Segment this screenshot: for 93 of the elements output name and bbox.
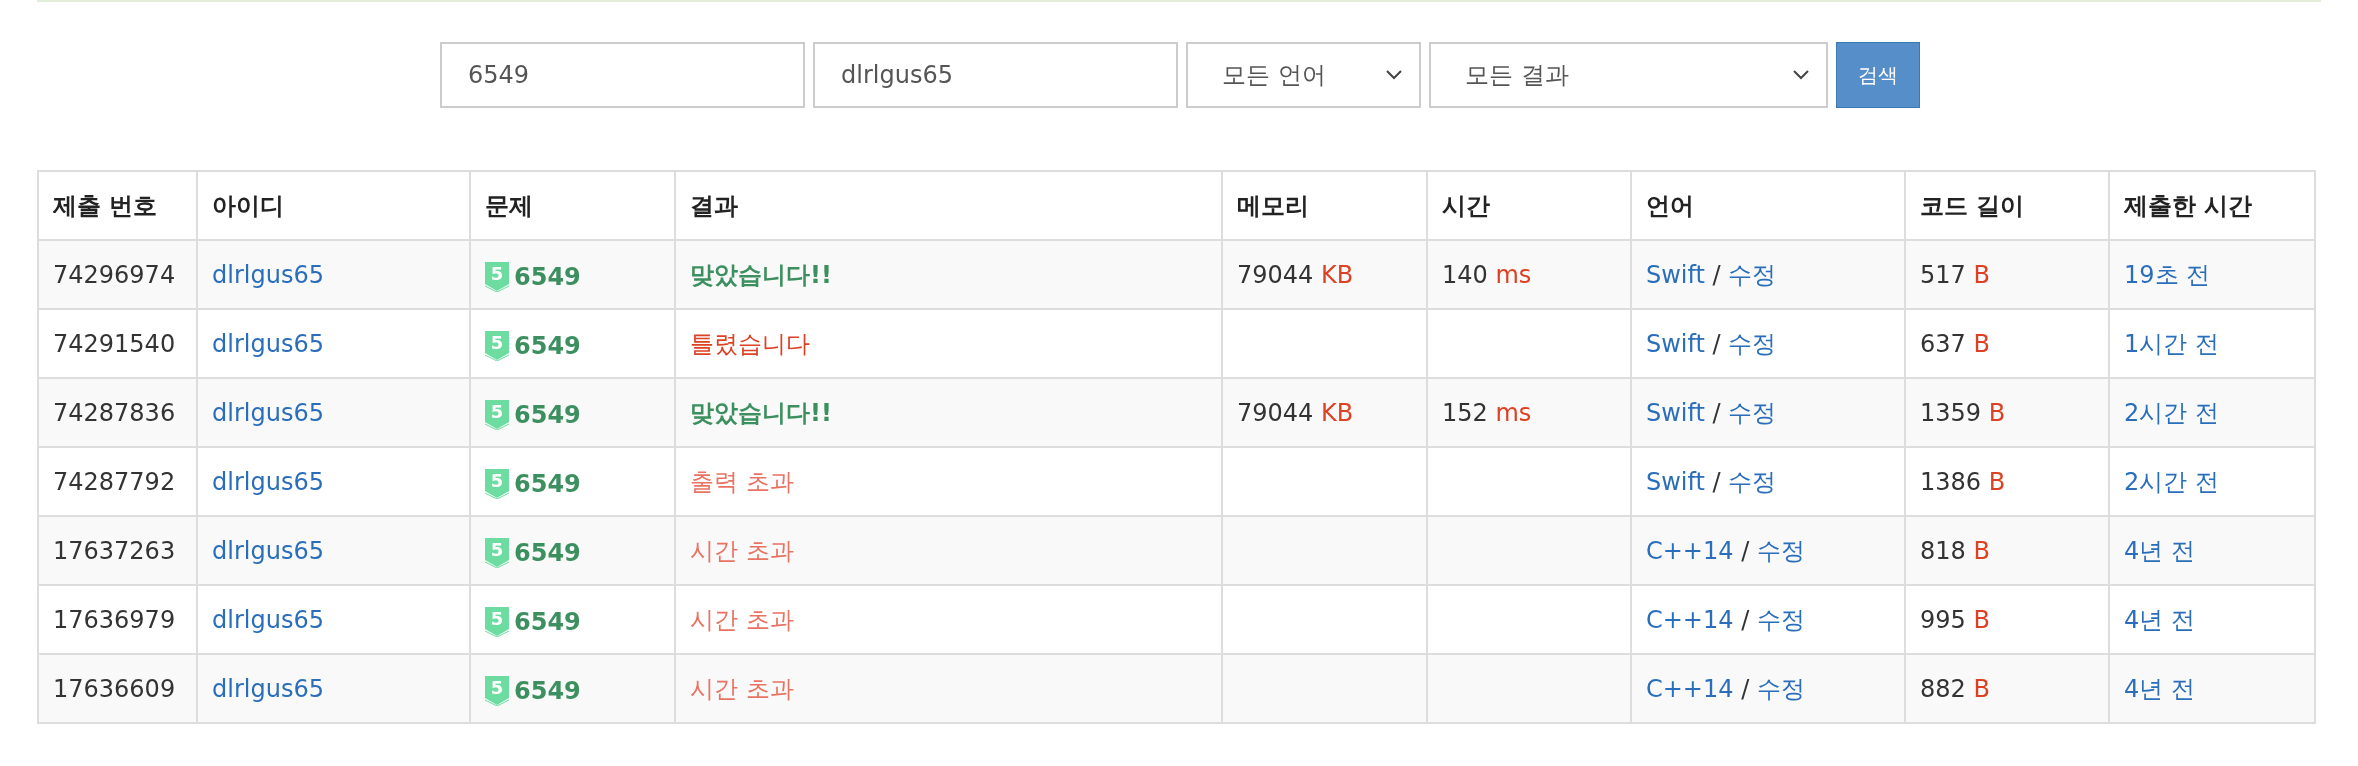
result-text: 맞았습니다!! xyxy=(690,398,832,427)
value-text: 79044 xyxy=(1237,260,1314,289)
value-text: 818 xyxy=(1920,536,1966,565)
caret-icon xyxy=(1792,69,1810,81)
value-text: 637 xyxy=(1920,329,1966,358)
result-text: 틀렸습니다 xyxy=(690,329,810,358)
user-link[interactable]: dlrlgus65 xyxy=(212,605,324,634)
submission-id: 74296974 xyxy=(38,240,197,309)
problem-link[interactable]: 6549 xyxy=(514,331,581,360)
result-text: 시간 초과 xyxy=(690,605,794,634)
submitted-time-link[interactable]: 4년 전 xyxy=(2124,605,2195,634)
problem-field[interactable]: 6549 xyxy=(440,42,805,108)
language-link[interactable]: Swift xyxy=(1646,398,1705,427)
value-text: 79044 xyxy=(1237,398,1314,427)
user-link[interactable]: dlrlgus65 xyxy=(212,260,324,289)
separator-text: / xyxy=(1712,467,1721,496)
tier-badge-icon: 5 xyxy=(485,675,509,706)
submitted-time-link[interactable]: 2시간 전 xyxy=(2124,398,2219,427)
value-text: 995 xyxy=(1920,605,1966,634)
edit-link[interactable]: 수정 xyxy=(1728,467,1777,496)
column-header: 결과 xyxy=(675,171,1222,240)
unit-text: KB xyxy=(1321,260,1354,289)
edit-link[interactable]: 수정 xyxy=(1756,536,1805,565)
value-text: 140 xyxy=(1442,260,1488,289)
value-text: 882 xyxy=(1920,674,1966,703)
unit-text: B xyxy=(1988,398,2006,427)
user-link[interactable]: dlrlgus65 xyxy=(212,467,324,496)
submitted-time-link[interactable]: 2시간 전 xyxy=(2124,467,2219,496)
submission-id: 17637263 xyxy=(38,516,197,585)
unit-text: ms xyxy=(1495,260,1532,289)
tier-badge-icon: 5 xyxy=(485,537,509,568)
problem-link[interactable]: 6549 xyxy=(514,469,581,498)
submitted-time-link[interactable]: 4년 전 xyxy=(2124,536,2195,565)
unit-text: B xyxy=(1988,467,2006,496)
user-link[interactable]: dlrlgus65 xyxy=(212,329,324,358)
column-header: 아이디 xyxy=(197,171,470,240)
edit-link[interactable]: 수정 xyxy=(1728,398,1777,427)
unit-text: ms xyxy=(1495,398,1532,427)
unit-text: B xyxy=(1973,674,1990,703)
separator-text: / xyxy=(1741,536,1750,565)
edit-link[interactable]: 수정 xyxy=(1756,674,1805,703)
unit-text: B xyxy=(1973,329,1990,358)
language-link[interactable]: Swift xyxy=(1646,260,1705,289)
language-link[interactable]: Swift xyxy=(1646,467,1705,496)
submitted-time-link[interactable]: 4년 전 xyxy=(2124,674,2195,703)
result-text: 시간 초과 xyxy=(690,536,794,565)
column-header: 제출 번호 xyxy=(38,171,197,240)
caret-icon xyxy=(1385,69,1403,81)
language-link[interactable]: Swift xyxy=(1646,329,1705,358)
submission-id: 74287836 xyxy=(38,378,197,447)
user-link[interactable]: dlrlgus65 xyxy=(212,536,324,565)
separator-text: / xyxy=(1712,398,1721,427)
unit-text: B xyxy=(1973,260,1990,289)
language-link[interactable]: C++14 xyxy=(1646,674,1734,703)
language-select[interactable]: 모든 언어 xyxy=(1186,42,1421,108)
edit-link[interactable]: 수정 xyxy=(1756,605,1805,634)
tier-badge-icon: 5 xyxy=(485,606,509,637)
problem-link[interactable]: 6549 xyxy=(514,400,581,429)
submitted-time-link[interactable]: 1시간 전 xyxy=(2124,329,2219,358)
separator-text: / xyxy=(1712,329,1721,358)
submission-id: 17636609 xyxy=(38,654,197,723)
separator-text: / xyxy=(1741,674,1750,703)
column-header: 언어 xyxy=(1631,171,1905,240)
user-link[interactable]: dlrlgus65 xyxy=(212,398,324,427)
tier-badge-icon: 5 xyxy=(485,399,509,430)
value-text: 1386 xyxy=(1920,467,1982,496)
unit-text: KB xyxy=(1321,398,1354,427)
tier-badge-icon: 5 xyxy=(485,261,509,292)
edit-link[interactable]: 수정 xyxy=(1728,329,1777,358)
submitted-time-link[interactable]: 19초 전 xyxy=(2124,260,2211,289)
user-link[interactable]: dlrlgus65 xyxy=(212,674,324,703)
value-text: 152 xyxy=(1442,398,1488,427)
problem-link[interactable]: 6549 xyxy=(514,538,581,567)
problem-link[interactable]: 6549 xyxy=(514,607,581,636)
result-text: 맞았습니다!! xyxy=(690,260,832,289)
problem-link[interactable]: 6549 xyxy=(514,262,581,291)
tier-badge-icon: 5 xyxy=(485,330,509,361)
problem-link[interactable]: 6549 xyxy=(514,676,581,705)
edit-link[interactable]: 수정 xyxy=(1728,260,1777,289)
unit-text: B xyxy=(1973,605,1990,634)
separator-text: / xyxy=(1712,260,1721,289)
value-text: 1359 xyxy=(1920,398,1982,427)
result-text: 시간 초과 xyxy=(690,674,794,703)
user-id-field[interactable]: dlrlgus65 xyxy=(813,42,1178,108)
result-select[interactable]: 모든 결과 xyxy=(1429,42,1828,108)
result-text: 출력 초과 xyxy=(690,467,794,496)
search-button[interactable]: 검색 xyxy=(1836,42,1920,108)
value-text: 517 xyxy=(1920,260,1966,289)
language-link[interactable]: C++14 xyxy=(1646,605,1734,634)
unit-text: B xyxy=(1973,536,1990,565)
separator-text: / xyxy=(1741,605,1750,634)
tier-badge-icon: 5 xyxy=(485,468,509,499)
language-link[interactable]: C++14 xyxy=(1646,536,1734,565)
